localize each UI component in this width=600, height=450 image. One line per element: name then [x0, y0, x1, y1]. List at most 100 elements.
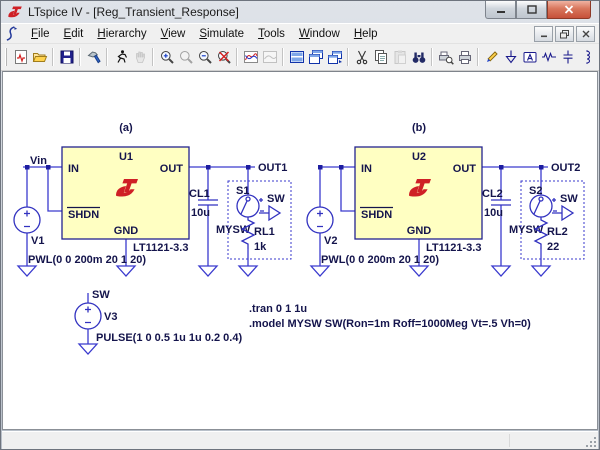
cut-button[interactable]: [352, 47, 371, 67]
new-window-button[interactable]: [325, 47, 344, 67]
child-close-button[interactable]: [576, 26, 595, 42]
place-diode-button[interactable]: [596, 47, 599, 67]
cascade-windows-button[interactable]: [306, 47, 325, 67]
maximize-icon: [527, 5, 537, 14]
v2-value: PWL(0 0 200m 20 1 20): [321, 254, 439, 266]
cl2-designator: CL2: [482, 188, 503, 200]
control-panel-button[interactable]: [84, 47, 103, 67]
capacitor-icon: [560, 49, 576, 65]
ground-symbol[interactable]: [492, 266, 510, 276]
switch-s2[interactable]: S2 SW MYSW: [509, 185, 578, 236]
ground-symbol[interactable]: [311, 266, 329, 276]
draw-wire-button[interactable]: [482, 47, 501, 67]
ground-icon: [503, 49, 519, 65]
u2-part-number: LT1121-3.3: [426, 242, 481, 254]
zoom-out-button[interactable]: [195, 47, 214, 67]
child-minimize-button[interactable]: [534, 26, 553, 42]
v3-value: PULSE(1 0 0.5 1u 1u 0.2 0.4): [96, 332, 242, 344]
toolbar-separator: [282, 48, 284, 66]
child-close-icon: [582, 30, 590, 38]
s2-designator: S2: [529, 185, 542, 197]
menu-window[interactable]: Window: [292, 26, 347, 42]
place-capacitor-button[interactable]: [558, 47, 577, 67]
label-net-button[interactable]: [520, 47, 539, 67]
ground-symbol[interactable]: [79, 344, 97, 354]
find-binoculars-icon: [411, 49, 427, 65]
new-schematic-button[interactable]: [11, 47, 30, 67]
net-label-vin[interactable]: Vin: [30, 155, 47, 167]
s2-model: MYSW: [509, 224, 544, 236]
toolbar-grip[interactable]: [5, 48, 7, 66]
resize-grip[interactable]: [585, 436, 597, 448]
net-label-out2[interactable]: OUT2: [551, 162, 580, 174]
minimize-button[interactable]: [485, 1, 516, 19]
toolbar-separator: [79, 48, 81, 66]
regulator-u1[interactable]: U1 IN OUT SHDN GND LT1121-3.3: [62, 147, 189, 254]
place-resistor-button[interactable]: [539, 47, 558, 67]
save-button[interactable]: [57, 47, 76, 67]
close-icon: [564, 5, 574, 14]
zoom-back-button: [176, 47, 195, 67]
menu-view[interactable]: View: [154, 26, 193, 42]
spice-directive-model[interactable]: .model MYSW SW(Ron=1m Roff=1000Meg Vt=.5…: [249, 318, 531, 330]
schematic-canvas[interactable]: (a): [2, 71, 598, 430]
menu-edit[interactable]: Edit: [57, 26, 91, 42]
u1-part-number: LT1121-3.3: [133, 242, 188, 254]
voltage-source-v3[interactable]: SW V3 PULSE(1 0 0.5 1u 1u 0.2 0.4): [75, 289, 242, 354]
copy-button[interactable]: [371, 47, 390, 67]
toolbar-separator: [431, 48, 433, 66]
new-schematic-icon: [13, 49, 29, 65]
zoom-full-extents-button[interactable]: [214, 47, 233, 67]
net-label-out1[interactable]: OUT1: [258, 162, 287, 174]
place-inductor-button[interactable]: [577, 47, 596, 67]
switch-s1[interactable]: S1 SW MYSW: [216, 185, 285, 236]
zoom-back-icon: [178, 49, 194, 65]
zoom-full-extents-icon: [216, 49, 232, 65]
status-bar: [2, 431, 598, 449]
tile-windows-button[interactable]: [287, 47, 306, 67]
menu-help[interactable]: Help: [347, 26, 385, 42]
find-button[interactable]: [409, 47, 428, 67]
maximize-button[interactable]: [516, 1, 547, 19]
window-title: LTspice IV - [Reg_Transient_Response]: [28, 5, 239, 19]
toolbar-separator: [52, 48, 54, 66]
print-button[interactable]: [455, 47, 474, 67]
ground-symbol[interactable]: [410, 266, 428, 276]
menu-file[interactable]: File: [24, 26, 57, 42]
ground-symbol[interactable]: [532, 266, 550, 276]
menu-simulate[interactable]: Simulate: [192, 26, 251, 42]
print-preview-button[interactable]: [436, 47, 455, 67]
close-button[interactable]: [547, 1, 591, 19]
menu-hierarchy[interactable]: Hierarchy: [90, 26, 153, 42]
ground-symbol[interactable]: [239, 266, 257, 276]
ground-symbol[interactable]: [117, 266, 135, 276]
child-minimize-icon: [540, 30, 548, 38]
junction-dot: [25, 165, 30, 170]
plot-settings-button[interactable]: [241, 47, 260, 67]
open-button[interactable]: [30, 47, 49, 67]
tile-windows-icon: [289, 49, 305, 65]
halt-hand-icon: [132, 49, 148, 65]
halt-button: [130, 47, 149, 67]
capacitor-cl1[interactable]: CL1 10u: [189, 188, 218, 219]
ground-symbol[interactable]: [18, 266, 36, 276]
u2-pin-gnd: GND: [407, 225, 432, 237]
regulator-u2[interactable]: U2 IN OUT SHDN GND LT1121-3.3: [355, 147, 482, 254]
child-restore-button[interactable]: [555, 26, 574, 42]
new-window-icon: [327, 49, 343, 65]
toolbar-separator: [477, 48, 479, 66]
place-ground-button[interactable]: [501, 47, 520, 67]
rl2-value: 22: [547, 241, 559, 253]
s1-control-net: SW: [267, 193, 285, 205]
circuit-b-caption: (b): [412, 122, 426, 134]
spice-directive-tran[interactable]: .tran 0 1 1u: [249, 303, 307, 315]
run-button[interactable]: [111, 47, 130, 67]
zoom-in-button[interactable]: [157, 47, 176, 67]
ground-symbol[interactable]: [199, 266, 217, 276]
u1-pin-gnd: GND: [114, 225, 139, 237]
capacitor-cl2[interactable]: CL2 10u: [482, 188, 511, 219]
menu-bar: File Edit Hierarchy View Simulate Tools …: [1, 23, 599, 43]
plot-settings-icon: [243, 49, 259, 65]
menu-tools[interactable]: Tools: [251, 26, 292, 42]
u1-designator: U1: [119, 151, 133, 163]
